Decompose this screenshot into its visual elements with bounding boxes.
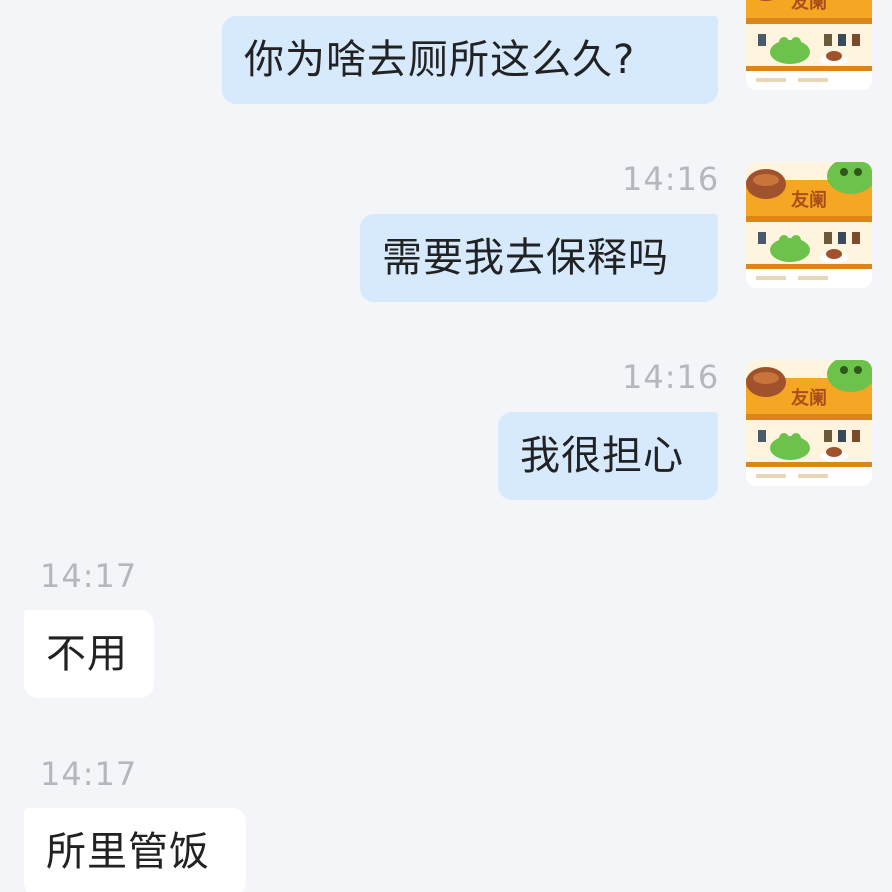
chat-window: 你为啥去厕所这么久? 友阑 14:16 需要我去保释吗 友阑 14:16 我很担… — [0, 0, 892, 892]
frog-cafe-avatar-icon: 友阑 — [746, 0, 872, 90]
message-bubble-outgoing[interactable]: 我很担心 — [498, 412, 718, 500]
message-timestamp: 14:16 — [622, 160, 720, 198]
avatar-label: 友阑 — [791, 189, 827, 211]
avatar-label: 友阑 — [791, 0, 827, 13]
message-timestamp: 14:17 — [40, 557, 138, 595]
message-timestamp: 14:16 — [622, 358, 720, 396]
frog-cafe-avatar-icon: 友阑 — [746, 162, 872, 288]
avatar[interactable]: 友阑 — [746, 162, 872, 288]
message-bubble-incoming[interactable]: 所里管饭 — [24, 808, 246, 892]
message-bubble-incoming[interactable]: 不用 — [24, 610, 154, 698]
message-bubble-outgoing[interactable]: 你为啥去厕所这么久? — [222, 16, 718, 104]
frog-cafe-avatar-icon: 友阑 — [746, 360, 872, 486]
message-bubble-outgoing[interactable]: 需要我去保释吗 — [360, 214, 718, 302]
avatar[interactable]: 友阑 — [746, 0, 872, 90]
avatar-label: 友阑 — [791, 387, 827, 409]
message-timestamp: 14:17 — [40, 755, 138, 793]
avatar[interactable]: 友阑 — [746, 360, 872, 486]
